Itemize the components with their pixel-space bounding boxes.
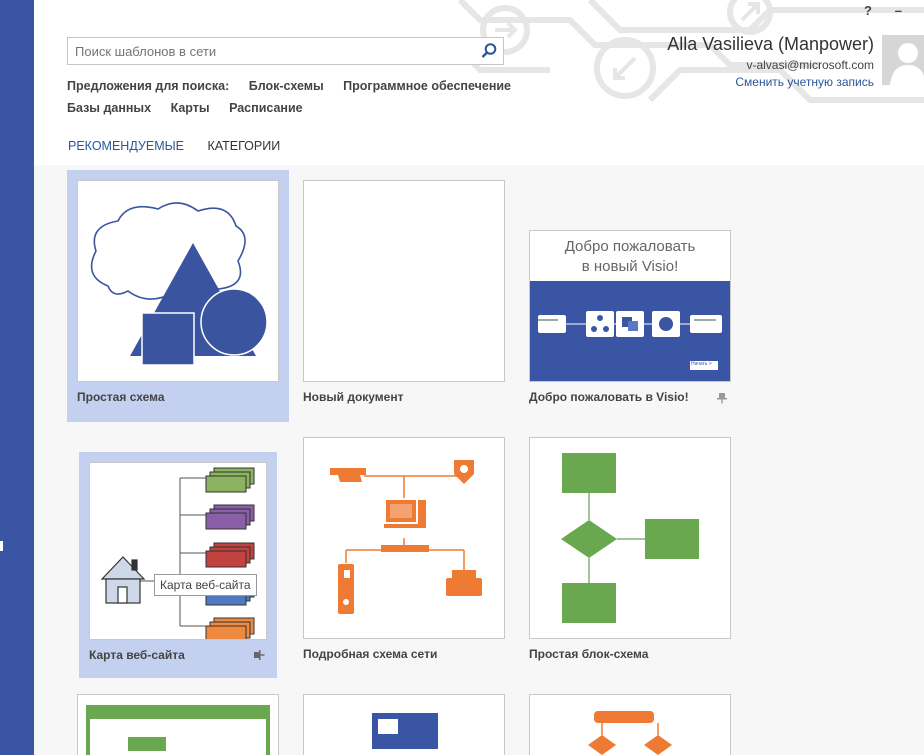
pin-icon[interactable]: [716, 392, 728, 404]
template-thumbnail: Добро пожаловать в новый Visio! Начать >: [529, 230, 731, 382]
user-account: Alla Vasilieva (Manpower) v-alvasi@micro…: [667, 33, 874, 89]
template-card-row3-2[interactable]: [293, 684, 515, 755]
left-nav-bar: [0, 0, 34, 755]
suggestion-schedule[interactable]: Расписание: [229, 97, 303, 119]
nav-marker: [0, 541, 3, 551]
switch-account-link[interactable]: Сменить учетную запись: [667, 75, 874, 89]
search-input[interactable]: [68, 38, 468, 64]
template-thumbnail: [77, 694, 279, 755]
template-basic-flowchart[interactable]: Простая блок-схема: [519, 427, 741, 679]
suggestions-label: Предложения для поиска:: [67, 79, 230, 93]
template-welcome[interactable]: Добро пожаловать в новый Visio! Начать >…: [519, 170, 741, 422]
template-tabs: РЕКОМЕНДУЕМЫЕ КАТЕГОРИИ: [68, 139, 300, 153]
template-label: Новый документ: [303, 390, 404, 404]
template-label: Простая блок-схема: [529, 647, 649, 661]
search-icon[interactable]: [479, 41, 499, 61]
search-suggestions: Предложения для поиска: Блок-схемы Прогр…: [67, 75, 627, 119]
suggestion-maps[interactable]: Карты: [171, 97, 210, 119]
suggestion-flowcharts[interactable]: Блок-схемы: [249, 75, 324, 97]
user-name: Alla Vasilieva (Manpower): [667, 34, 874, 54]
welcome-start-button: Начать >: [691, 361, 712, 367]
welcome-banner: Начать >: [530, 281, 730, 381]
template-label: Добро пожаловать в Visio!: [529, 390, 689, 404]
basic-shapes-icon: [90, 202, 268, 366]
template-card-row3-1[interactable]: [67, 684, 289, 755]
orange-flow-icon: [588, 711, 672, 755]
user-email: v-alvasi@microsoft.com: [746, 58, 874, 72]
suggestion-software[interactable]: Программное обеспечение: [343, 75, 511, 97]
template-label: Карта веб-сайта: [89, 648, 185, 662]
template-thumbnail: [89, 462, 267, 640]
template-website-map[interactable]: Карта веб-сайта: [79, 452, 277, 678]
pin-icon[interactable]: [253, 649, 265, 661]
welcome-line-2: в новый Visio!: [581, 258, 679, 275]
avatar[interactable]: [882, 35, 924, 85]
network-diagram-icon: [330, 460, 482, 614]
minimize-button[interactable]: –: [895, 3, 902, 18]
template-thumbnail: [303, 180, 505, 382]
help-button[interactable]: ?: [864, 3, 872, 18]
template-new-document[interactable]: Новый документ: [293, 170, 515, 422]
calendar-icon: [86, 705, 270, 755]
template-thumbnail: [529, 437, 731, 639]
tooltip: Карта веб-сайта: [154, 574, 257, 596]
template-thumbnail: [303, 437, 505, 639]
window-layout-icon: [372, 713, 438, 749]
template-thumbnail: [303, 694, 505, 755]
template-thumbnail: [77, 180, 279, 382]
user-silhouette-icon: [890, 43, 924, 85]
template-basic-diagram[interactable]: Простая схема: [67, 170, 289, 422]
flowchart-icon: [561, 453, 699, 623]
suggestion-databases[interactable]: Базы данных: [67, 97, 151, 119]
template-detailed-network[interactable]: Подробная схема сети: [293, 427, 515, 679]
welcome-line-1: Добро пожаловать: [564, 238, 696, 255]
template-label: Подробная схема сети: [303, 647, 438, 661]
template-card-row3-3[interactable]: [519, 684, 741, 755]
template-thumbnail: [529, 694, 731, 755]
tab-featured[interactable]: РЕКОМЕНДУЕМЫЕ: [68, 139, 184, 153]
template-search-box: [67, 37, 504, 65]
tab-categories[interactable]: КАТЕГОРИИ: [208, 139, 281, 153]
sitemap-icon: [100, 467, 255, 639]
template-label: Простая схема: [77, 390, 165, 404]
